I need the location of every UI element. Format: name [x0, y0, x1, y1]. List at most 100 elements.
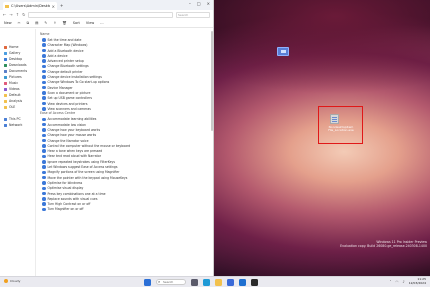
nav-item-label: Network: [9, 123, 23, 127]
control-panel-item-icon: [42, 160, 46, 164]
desktop-file-icon[interactable]: [330, 114, 339, 124]
list-item-label: Let Windows suggest Ease of Access setti…: [47, 165, 118, 170]
chevron-up-icon[interactable]: ˄: [390, 280, 392, 284]
control-panel-item-icon: [42, 154, 46, 159]
control-panel-item-icon: [42, 69, 46, 74]
nav-folder-icon: [4, 99, 7, 103]
view-button[interactable]: View: [86, 21, 94, 25]
weather-widget[interactable]: Cloudy: [4, 279, 20, 283]
new-tab-icon[interactable]: +: [60, 3, 63, 8]
taskbar: Cloudy Search ˄ ◠ ♪ 11:25 12/03/2024: [0, 276, 430, 287]
nav-item-label: Home: [9, 45, 19, 49]
delete-icon[interactable]: 🗑: [62, 21, 66, 25]
task-view-icon[interactable]: [191, 278, 198, 286]
list-item-label: Ignore repeated keystrokes using FilterK…: [47, 159, 116, 164]
file-explorer-icon[interactable]: [215, 278, 222, 286]
clock[interactable]: 11:25 12/03/2024: [408, 277, 426, 285]
nav-item-label: Videos: [9, 87, 20, 91]
control-panel-item-icon: [42, 197, 46, 201]
list-item-label: View scanners and cameras: [47, 106, 91, 111]
terminal-icon[interactable]: [251, 278, 258, 286]
sort-button[interactable]: Sort: [73, 21, 80, 25]
nav-item-label: OLE: [9, 105, 16, 109]
control-panel-item-icon: [42, 85, 46, 90]
close-icon[interactable]: ×: [207, 1, 210, 6]
taskbar-apps: Search: [144, 278, 258, 286]
new-button[interactable]: New: [4, 21, 12, 25]
list-item-label: Press key combinations one at a time: [47, 191, 106, 196]
list-item-label: Change device installation settings: [47, 75, 102, 80]
address-bar[interactable]: [28, 11, 173, 18]
desktop-file-label[interactable]: Nondesktopitem File_Location.exe: [320, 125, 362, 133]
refresh-icon[interactable]: ↻: [22, 12, 25, 17]
nav-item-label: Pictures: [9, 75, 22, 79]
nav-folder-icon: [4, 87, 7, 91]
nav-item-network[interactable]: Network: [0, 122, 35, 128]
rename-icon[interactable]: ✎: [44, 21, 47, 25]
weather-text: Cloudy: [10, 279, 21, 283]
forward-arrow-icon[interactable]: →: [9, 12, 12, 17]
volume-icon[interactable]: ♪: [402, 280, 404, 284]
list-item-label: Change the Narrator voice: [47, 138, 89, 143]
copy-icon[interactable]: ⧉: [27, 21, 30, 25]
list-item-label: Device Manager: [47, 85, 73, 90]
maximize-icon[interactable]: □: [197, 1, 201, 6]
nav-folder-icon: [4, 45, 7, 49]
desktop-shortcut-icon[interactable]: [277, 47, 289, 56]
back-arrow-icon[interactable]: ←: [3, 12, 6, 17]
control-panel-item-icon: [42, 43, 46, 47]
cut-icon[interactable]: ✂: [18, 21, 21, 25]
control-panel-item-icon: [42, 75, 46, 79]
more-button[interactable]: ...: [100, 21, 103, 25]
minimize-icon[interactable]: –: [189, 1, 191, 6]
edge-icon[interactable]: [203, 278, 210, 286]
paste-icon[interactable]: ▤: [35, 21, 38, 25]
list-item-label: Add a Bluetooth device: [47, 48, 84, 53]
list-item[interactable]: Turn Magnifier on or off: [36, 207, 213, 212]
control-panel-item-icon: [42, 122, 46, 127]
nav-folder-icon: [4, 57, 7, 61]
share-icon[interactable]: ⇪: [53, 21, 56, 25]
control-panel-item-icon: [42, 165, 46, 169]
wifi-icon[interactable]: ◠: [395, 280, 398, 284]
nav-folder-icon: [4, 81, 7, 85]
file-explorer-window: C:\Users\Admin\Desktop\g.a.g × + – □ × ←…: [0, 0, 214, 276]
list-item-label: Add a device: [47, 53, 68, 58]
control-panel-item-icon: [42, 186, 46, 190]
list-item-label: Character Map (Windows): [47, 43, 88, 48]
list-item-label: Move the pointer with the keypad using M…: [47, 175, 128, 180]
nav-folder-icon: [4, 123, 7, 127]
list-item-label: Optimise for blindness: [47, 180, 83, 185]
list-item-label: Hear a tone when keys are pressed: [47, 149, 103, 154]
clock-date: 12/03/2024: [408, 280, 426, 285]
list-item-label: Replace sounds with visual cues: [47, 196, 98, 201]
list-item-label: Accommodate low vision: [47, 122, 87, 127]
folder-icon: [5, 4, 9, 8]
title-bar: C:\Users\Admin\Desktop\g.a.g × + – □ ×: [0, 0, 213, 10]
list-item-label: Hear text read aloud with Narrator: [47, 154, 102, 159]
mail-icon[interactable]: [239, 278, 246, 286]
up-arrow-icon[interactable]: ↑: [16, 12, 19, 17]
window-controls: – □ ×: [189, 1, 210, 6]
list-item-label: Change Bluetooth settings: [47, 64, 89, 69]
start-icon[interactable]: [144, 278, 151, 286]
list-item-label: View devices and printers: [47, 101, 88, 106]
nav-item-label: Analysis: [9, 99, 23, 103]
list-item-label: Optimise visual display: [47, 186, 84, 191]
control-panel-item-icon: [42, 64, 46, 69]
explorer-tab[interactable]: C:\Users\Admin\Desktop\g.a.g ×: [3, 2, 57, 10]
control-panel-item-icon: [42, 38, 46, 42]
control-panel-item-icon: [42, 133, 46, 138]
control-panel-item-icon: [42, 175, 46, 180]
taskbar-search[interactable]: Search: [156, 279, 186, 285]
store-icon[interactable]: [227, 278, 234, 286]
list-item-label: Advanced printer setup: [47, 59, 84, 64]
list-item-label: Change default printer: [47, 69, 83, 74]
nav-folder-icon: [4, 93, 7, 97]
command-toolbar: New ✂ ⧉ ▤ ✎ ⇪ 🗑 Sort View ...: [0, 19, 213, 28]
search-input[interactable]: Search: [176, 11, 210, 18]
scrollbar[interactable]: [211, 31, 213, 131]
list-item-label: Change Windows To Go start-up options: [47, 80, 110, 85]
list-item-label: Magnify portions of the screen using Mag…: [47, 170, 120, 175]
close-tab-icon[interactable]: ×: [52, 4, 55, 9]
